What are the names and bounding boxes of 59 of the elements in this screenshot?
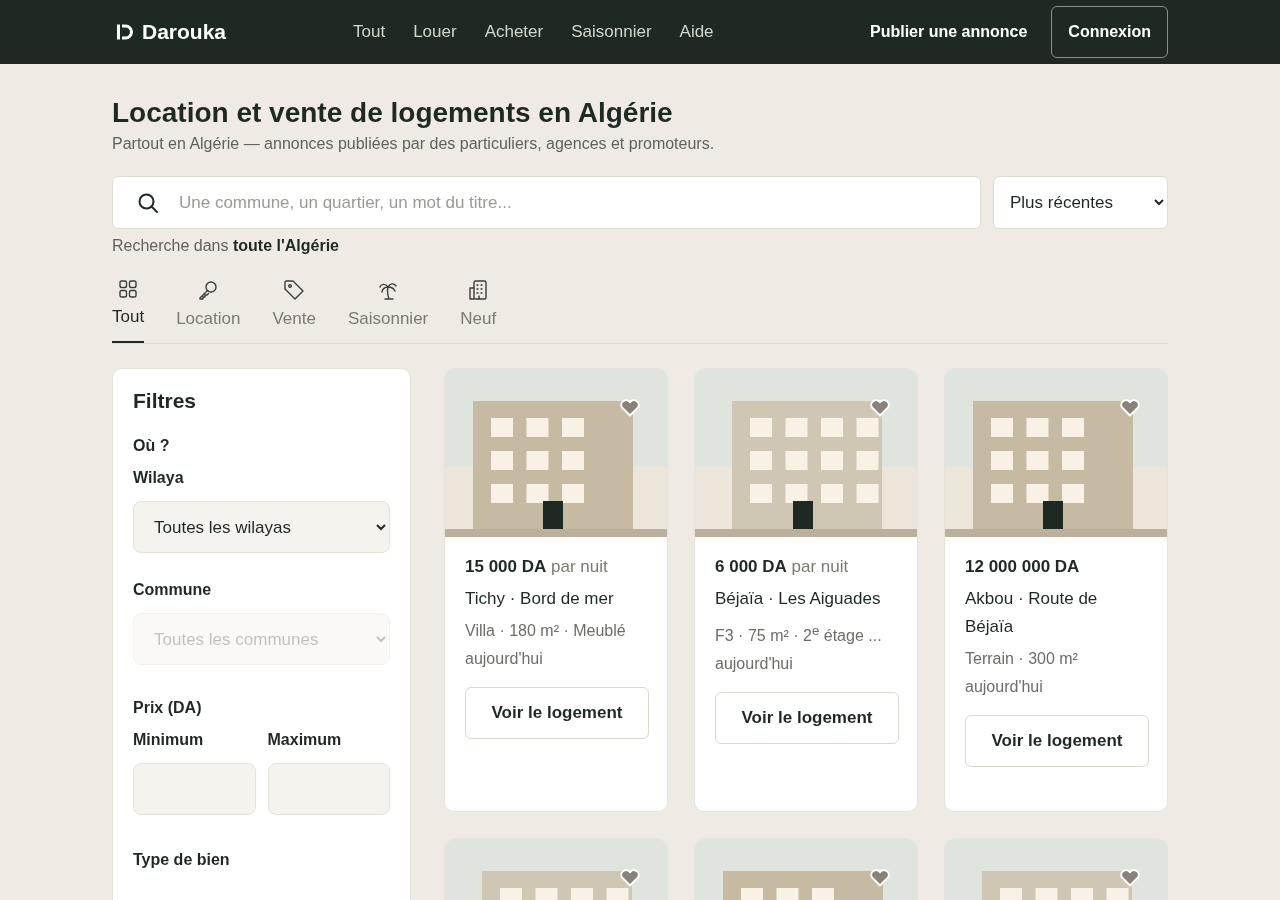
view-listing-button[interactable]: Voir le logement (715, 692, 899, 745)
heart-icon[interactable] (1119, 397, 1141, 417)
listing-location: Béjaïa · Les Aiguades (715, 588, 882, 610)
listing-location: Akbou · Route de Béjaïa (965, 588, 1099, 638)
nav-link[interactable]: Acheter (484, 22, 544, 42)
category-tab[interactable]: Vente (272, 279, 316, 343)
filter-heading: Type de bien (133, 851, 231, 869)
page-subtitle: Partout en Algérie — annonces publiées par des particuliers, agences et promoteurs. (112, 135, 716, 153)
view-listing-button[interactable]: Voir le logement (965, 715, 1149, 767)
listing-price: 15 000 DA (465, 557, 547, 576)
login-button[interactable]: Connexion (1051, 6, 1168, 58)
listing-price: 6 000 DA (715, 557, 787, 576)
heart-icon[interactable] (869, 397, 891, 417)
listing-details: F3 · 75 m² · 2$^{e}$ étage ... (715, 622, 883, 647)
filters-title: Filtres (133, 389, 198, 413)
price-field[interactable] (133, 763, 256, 815)
tag-icon (283, 279, 306, 301)
price-field[interactable] (267, 763, 390, 815)
heart-icon[interactable] (619, 397, 641, 417)
nav-link[interactable]: Aide (679, 22, 714, 42)
key-icon (197, 279, 220, 301)
search-scope-text: Recherche dans toute l'Algérie (112, 237, 340, 255)
category-tab[interactable]: Neuf (460, 279, 497, 343)
listing-date: aujourd'hui (465, 649, 544, 669)
category-tab[interactable]: Location (176, 279, 241, 343)
filter-heading: Où ? (133, 437, 171, 455)
search-icon (137, 191, 159, 214)
listing-details: Villa · 180 m² · Meublé (465, 621, 627, 641)
listing-date: aujourd'hui (965, 677, 1044, 697)
building-icon (467, 279, 490, 301)
nav-link[interactable]: Louer (413, 22, 457, 42)
listing-location: Tichy · Bord de mer (465, 588, 615, 610)
grid-icon (118, 279, 139, 299)
search-field[interactable]: Une commune, un quartier, un mot du titre... (112, 176, 981, 229)
page-title: Location et vente de logements en Algérie (112, 97, 674, 129)
heart-icon[interactable] (1119, 867, 1141, 887)
sort-select[interactable]: Plus récentes (993, 176, 1168, 229)
price-unit: par nuit (791, 557, 849, 576)
category-tab[interactable]: Tout (112, 279, 145, 343)
filter-select[interactable]: Toutes les wilayas (133, 501, 390, 553)
nav-link[interactable]: Tout (353, 22, 386, 42)
field-label: Commune (133, 581, 213, 599)
nav-link[interactable]: Saisonnier (571, 22, 652, 42)
filter-heading: Prix (DA) (133, 699, 203, 717)
publish-link[interactable]: Publier une annonce (869, 23, 1028, 41)
field-label: Minimum (133, 731, 205, 749)
field-label: Wilaya (133, 469, 185, 487)
view-listing-button[interactable]: Voir le logement (465, 687, 649, 739)
category-tab[interactable]: Saisonnier (347, 279, 429, 343)
price-unit: par nuit (551, 557, 608, 576)
listing-date: aujourd'hui (715, 654, 794, 675)
heart-icon[interactable] (619, 867, 641, 887)
logo-text[interactable]: Darouka (142, 20, 227, 44)
listing-details: Terrain · 300 m² (965, 649, 1079, 669)
field-label: Maximum (267, 731, 343, 749)
logo-icon (116, 23, 134, 41)
search-input[interactable]: Une commune, un quartier, un mot du titre... (177, 191, 980, 214)
listing-price: 12 000 000 DA (965, 557, 1080, 576)
heart-icon[interactable] (869, 867, 891, 887)
